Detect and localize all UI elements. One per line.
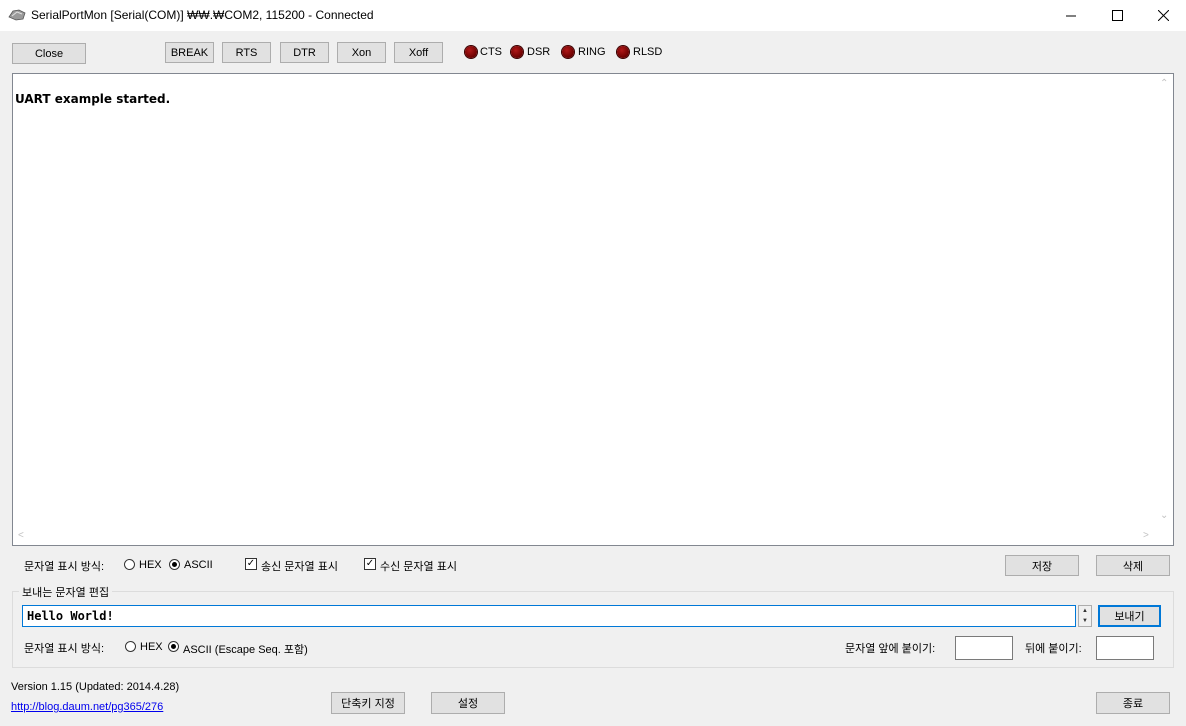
scroll-down-icon[interactable]: ⌄ bbox=[1160, 510, 1168, 521]
check-icon: ✓ bbox=[246, 558, 256, 569]
minimize-button[interactable] bbox=[1048, 0, 1094, 31]
save-button[interactable]: 저장 bbox=[1005, 555, 1079, 576]
cts-indicator-icon bbox=[465, 46, 477, 58]
rlsd-label: RLSD bbox=[633, 46, 663, 58]
scroll-up-icon[interactable]: ⌃ bbox=[1160, 78, 1168, 89]
blog-link[interactable]: http://blog.daum.net/pg365/276 bbox=[11, 701, 163, 713]
receive-text: UART example started. bbox=[15, 92, 171, 106]
dsr-indicator-icon bbox=[511, 46, 523, 58]
settings-button[interactable]: 설정 bbox=[431, 692, 505, 714]
receive-display-mode-label: 문자열 표시 방식: bbox=[24, 561, 105, 573]
xon-button[interactable]: Xon bbox=[337, 42, 386, 63]
prefix-input[interactable] bbox=[955, 636, 1013, 660]
ring-indicator-icon bbox=[562, 46, 574, 58]
send-ascii-label[interactable]: ASCII (Escape Seq. 포함) bbox=[183, 641, 308, 657]
close-icon bbox=[1157, 10, 1169, 21]
break-button[interactable]: BREAK bbox=[165, 42, 214, 63]
show-sent-label[interactable]: 송신 문자열 표시 bbox=[261, 558, 338, 574]
maximize-icon bbox=[1111, 10, 1123, 21]
scroll-left-icon[interactable]: < bbox=[18, 530, 24, 541]
dtr-button[interactable]: DTR bbox=[280, 42, 329, 63]
show-recv-label[interactable]: 수신 문자열 표시 bbox=[380, 558, 457, 574]
spin-down-icon[interactable]: ▼ bbox=[1079, 616, 1091, 626]
horizontal-scrollbar[interactable]: < > bbox=[13, 528, 1156, 545]
minimize-icon bbox=[1065, 15, 1076, 17]
rts-button[interactable]: RTS bbox=[222, 42, 271, 63]
suffix-label: 뒤에 붙이기: bbox=[1025, 643, 1082, 655]
suffix-input[interactable] bbox=[1096, 636, 1154, 660]
send-hex-radio[interactable] bbox=[125, 641, 136, 652]
shortcut-button[interactable]: 단축키 지정 bbox=[331, 692, 405, 714]
app-icon bbox=[8, 9, 26, 21]
title-bar: SerialPortMon [Serial(COM)] ₩₩.₩COM2, 11… bbox=[0, 0, 1186, 31]
send-ascii-radio[interactable] bbox=[168, 641, 179, 652]
send-text-input[interactable]: Hello World! bbox=[22, 605, 1076, 627]
rlsd-indicator-icon bbox=[617, 46, 629, 58]
receive-text-area[interactable]: UART example started. ⌃ ⌄ < > bbox=[12, 73, 1174, 546]
cts-label: CTS bbox=[480, 46, 502, 58]
receive-ascii-label[interactable]: ASCII bbox=[184, 559, 213, 571]
dsr-label: DSR bbox=[527, 46, 551, 58]
show-recv-checkbox[interactable]: ✓ bbox=[364, 558, 376, 570]
ring-label: RING bbox=[578, 46, 606, 58]
send-hex-label[interactable]: HEX bbox=[140, 641, 163, 653]
check-icon: ✓ bbox=[365, 558, 375, 569]
scroll-right-icon[interactable]: > bbox=[1143, 530, 1149, 541]
send-group-title: 보내는 문자열 편집 bbox=[19, 584, 113, 600]
send-button[interactable]: 보내기 bbox=[1098, 605, 1161, 627]
version-text: Version 1.15 (Updated: 2014.4.28) bbox=[11, 681, 180, 693]
vertical-scrollbar[interactable]: ⌃ ⌄ bbox=[1156, 74, 1173, 528]
receive-ascii-radio[interactable] bbox=[169, 559, 180, 570]
delete-button[interactable]: 삭제 bbox=[1096, 555, 1170, 576]
show-sent-checkbox[interactable]: ✓ bbox=[245, 558, 257, 570]
window-title: SerialPortMon [Serial(COM)] ₩₩.₩COM2, 11… bbox=[31, 8, 374, 22]
xoff-button[interactable]: Xoff bbox=[394, 42, 443, 63]
close-window-button[interactable] bbox=[1140, 0, 1186, 31]
prefix-label: 문자열 앞에 붙이기: bbox=[845, 643, 936, 655]
history-spinner[interactable]: ▲ ▼ bbox=[1078, 605, 1092, 627]
receive-hex-radio[interactable] bbox=[124, 559, 135, 570]
send-display-mode-label: 문자열 표시 방식: bbox=[24, 643, 105, 655]
exit-button[interactable]: 종료 bbox=[1096, 692, 1170, 714]
maximize-button[interactable] bbox=[1094, 0, 1140, 31]
spin-up-icon[interactable]: ▲ bbox=[1079, 606, 1091, 616]
receive-hex-label[interactable]: HEX bbox=[139, 559, 162, 571]
close-port-button[interactable]: Close bbox=[12, 43, 86, 64]
